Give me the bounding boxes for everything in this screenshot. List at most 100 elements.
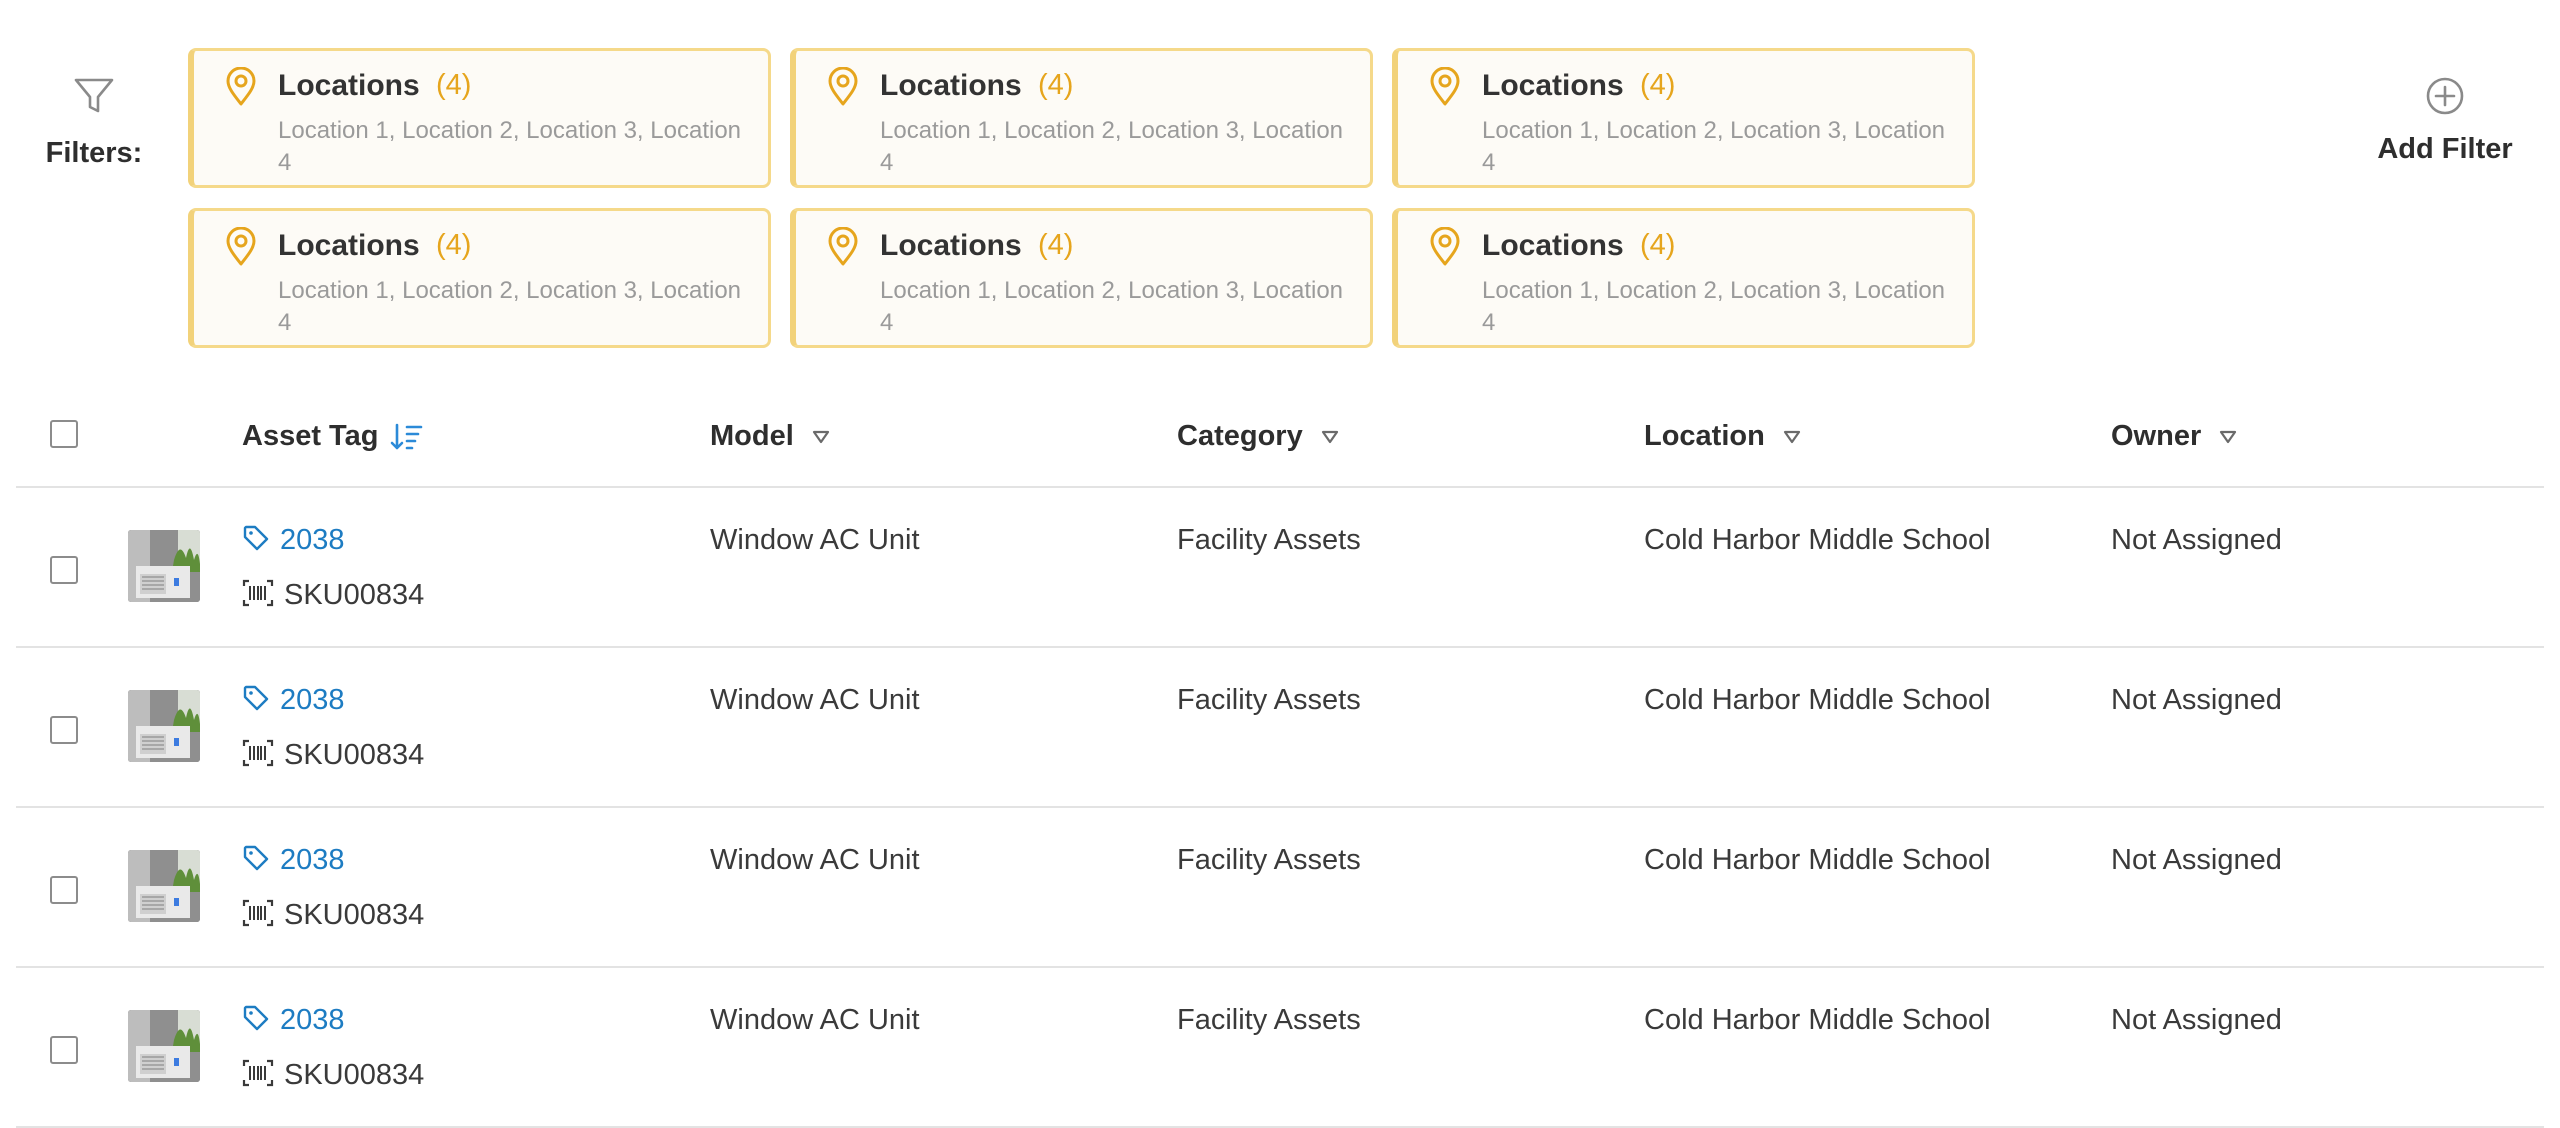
select-all-checkbox[interactable] [50, 420, 78, 448]
sku-cell: SKU00834 [242, 578, 424, 613]
tag-icon [242, 684, 270, 717]
table-header: Asset Tag Model Category Location Owner [16, 380, 2544, 488]
funnel-icon[interactable] [73, 76, 115, 121]
barcode-icon [242, 898, 274, 933]
row-checkbox[interactable] [50, 1036, 78, 1064]
add-filter-button[interactable]: Add Filter [2370, 76, 2520, 166]
caret-down-icon[interactable] [1321, 430, 1339, 444]
add-filter-label: Add Filter [2377, 133, 2513, 165]
chip-title: Locations [880, 69, 1022, 102]
asset-thumbnail[interactable] [128, 530, 200, 602]
chip-count: (4) [436, 69, 472, 101]
chip-title: Locations [880, 229, 1022, 262]
chip-values: Location 1, Location 2, Location 3, Loca… [278, 117, 742, 176]
sku-text: SKU00834 [284, 739, 425, 771]
location-filter-chip[interactable]: Locations (4) Location 1, Location 2, Lo… [1392, 208, 1975, 348]
caret-down-icon[interactable] [812, 430, 830, 444]
location-cell: Cold Harbor Middle School [1644, 524, 1991, 556]
column-header-owner[interactable]: Owner [2111, 420, 2237, 453]
row-checkbox[interactable] [50, 716, 78, 744]
map-pin-icon [224, 226, 258, 272]
chip-title: Locations [1482, 69, 1624, 102]
table-row[interactable]: 2038 SKU00834 Window AC Unit Facility As… [16, 808, 2544, 968]
category-cell: Facility Assets [1177, 524, 1361, 556]
chip-count: (4) [1640, 69, 1676, 101]
asset-tag-cell: 2038 [242, 844, 345, 877]
location-filter-chip[interactable]: Locations (4) Location 1, Location 2, Lo… [790, 208, 1373, 348]
chip-values: Location 1, Location 2, Location 3, Loca… [880, 117, 1344, 176]
asset-thumbnail[interactable] [128, 690, 200, 762]
chip-title: Locations [278, 69, 420, 102]
model-cell: Window AC Unit [710, 684, 920, 716]
plus-circle-icon [2425, 76, 2465, 121]
category-cell: Facility Assets [1177, 844, 1361, 876]
location-filter-chip[interactable]: Locations (4) Location 1, Location 2, Lo… [188, 208, 771, 348]
column-header-location[interactable]: Location [1644, 420, 1801, 453]
asset-tag-link[interactable]: 2038 [280, 1004, 345, 1037]
chip-count: (4) [1038, 69, 1074, 101]
chip-title: Locations [1482, 229, 1624, 262]
model-cell: Window AC Unit [710, 844, 920, 876]
map-pin-icon [1428, 66, 1462, 112]
barcode-icon [242, 1058, 274, 1093]
sort-descending-icon[interactable] [390, 422, 424, 452]
owner-cell: Not Assigned [2111, 1004, 2282, 1036]
asset-tag-link[interactable]: 2038 [280, 524, 345, 557]
asset-tag-cell: 2038 [242, 684, 345, 717]
sku-cell: SKU00834 [242, 898, 424, 933]
caret-down-icon[interactable] [1783, 430, 1801, 444]
table-row[interactable]: 2038 SKU00834 Window AC Unit Facility As… [16, 488, 2544, 648]
map-pin-icon [826, 226, 860, 272]
barcode-icon [242, 738, 274, 773]
column-label: Location [1644, 420, 1765, 452]
tag-icon [242, 524, 270, 557]
location-filter-chip[interactable]: Locations (4) Location 1, Location 2, Lo… [1392, 48, 1975, 188]
map-pin-icon [826, 66, 860, 112]
table-row[interactable]: 2038 SKU00834 Window AC Unit Facility As… [16, 968, 2544, 1128]
sku-text: SKU00834 [284, 1059, 425, 1091]
sku-cell: SKU00834 [242, 1058, 424, 1093]
map-pin-icon [224, 66, 258, 112]
caret-down-icon[interactable] [2219, 430, 2237, 444]
chip-count: (4) [1038, 229, 1074, 261]
column-label: Model [710, 420, 794, 452]
sku-text: SKU00834 [284, 899, 425, 931]
asset-tag-cell: 2038 [242, 1004, 345, 1037]
tag-icon [242, 1004, 270, 1037]
location-filter-chip[interactable]: Locations (4) Location 1, Location 2, Lo… [790, 48, 1373, 188]
asset-thumbnail[interactable] [128, 850, 200, 922]
owner-cell: Not Assigned [2111, 844, 2282, 876]
filters-label: Filters: [45, 137, 143, 169]
location-cell: Cold Harbor Middle School [1644, 844, 1991, 876]
chip-count: (4) [1640, 229, 1676, 261]
category-cell: Facility Assets [1177, 1004, 1361, 1036]
owner-cell: Not Assigned [2111, 524, 2282, 556]
filters-header: Filters: [44, 76, 144, 170]
asset-tag-link[interactable]: 2038 [280, 844, 345, 877]
column-header-asset-tag[interactable]: Asset Tag [242, 420, 424, 453]
column-label: Asset Tag [242, 420, 379, 452]
asset-tag-cell: 2038 [242, 524, 345, 557]
sku-cell: SKU00834 [242, 738, 424, 773]
barcode-icon [242, 578, 274, 613]
column-header-category[interactable]: Category [1177, 420, 1339, 453]
chip-values: Location 1, Location 2, Location 3, Loca… [1482, 277, 1946, 336]
column-header-model[interactable]: Model [710, 420, 830, 453]
asset-tag-link[interactable]: 2038 [280, 684, 345, 717]
location-filter-chip[interactable]: Locations (4) Location 1, Location 2, Lo… [188, 48, 771, 188]
row-checkbox[interactable] [50, 556, 78, 584]
chip-count: (4) [436, 229, 472, 261]
chip-values: Location 1, Location 2, Location 3, Loca… [278, 277, 742, 336]
column-label: Owner [2111, 420, 2202, 452]
column-label: Category [1177, 420, 1303, 452]
assets-table: Asset Tag Model Category Location Owner … [16, 380, 2544, 1128]
table-row[interactable]: 2038 SKU00834 Window AC Unit Facility As… [16, 648, 2544, 808]
model-cell: Window AC Unit [710, 524, 920, 556]
asset-thumbnail[interactable] [128, 1010, 200, 1082]
model-cell: Window AC Unit [710, 1004, 920, 1036]
chip-title: Locations [278, 229, 420, 262]
chip-values: Location 1, Location 2, Location 3, Loca… [880, 277, 1344, 336]
owner-cell: Not Assigned [2111, 684, 2282, 716]
row-checkbox[interactable] [50, 876, 78, 904]
tag-icon [242, 844, 270, 877]
